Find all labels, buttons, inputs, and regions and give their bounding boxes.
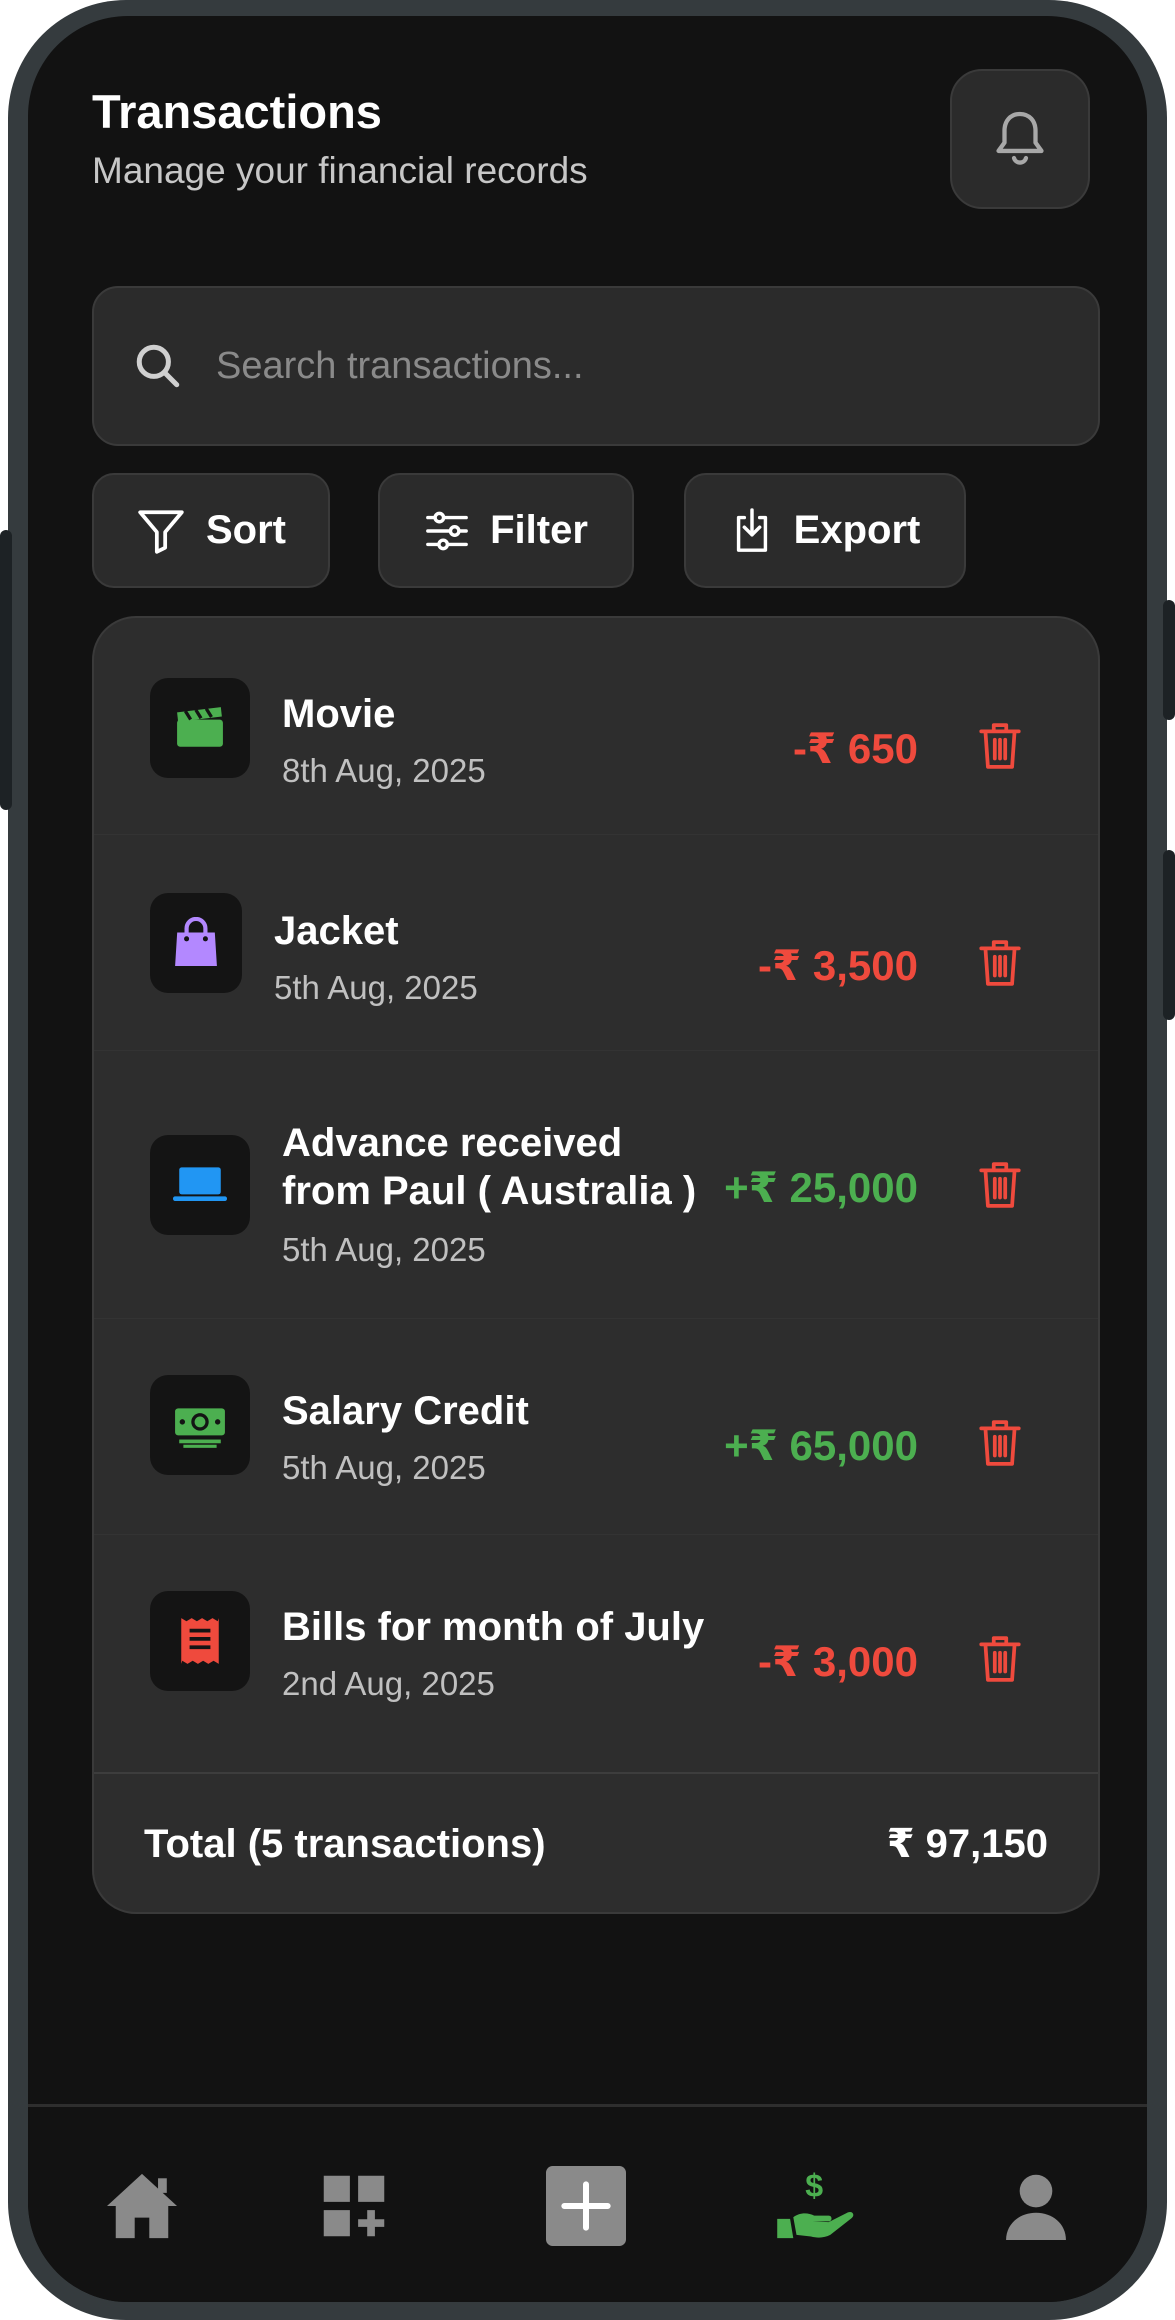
hand-dollar-icon: $ bbox=[777, 2167, 854, 2239]
export-label: Export bbox=[793, 508, 921, 552]
power-button bbox=[1163, 600, 1175, 720]
transaction-name: Salary Credit bbox=[282, 1389, 529, 1433]
nav-home[interactable] bbox=[82, 2107, 202, 2302]
shopping-bag-icon bbox=[150, 893, 242, 993]
svg-text:$: $ bbox=[805, 2167, 823, 2203]
bottom-nav: $ bbox=[28, 2104, 1147, 2302]
transaction-amount: +₹ 25,000 bbox=[724, 1164, 918, 1211]
sort-button[interactable]: Sort bbox=[92, 473, 330, 588]
home-icon bbox=[107, 2173, 177, 2239]
search-icon bbox=[130, 338, 186, 394]
total-label: Total (5 transactions) bbox=[144, 1821, 546, 1866]
transaction-row[interactable]: Bills for month of July 2nd Aug, 2025 -₹… bbox=[94, 1534, 1098, 1772]
nav-transactions[interactable]: $ bbox=[759, 2107, 879, 2302]
sliders-icon bbox=[426, 511, 468, 550]
trash-icon bbox=[979, 1420, 1021, 1466]
clapperboard-icon bbox=[150, 678, 250, 778]
side-button bbox=[1163, 850, 1175, 1020]
transaction-row[interactable]: Salary Credit 5th Aug, 2025 +₹ 65,000 bbox=[94, 1318, 1098, 1534]
user-icon bbox=[1006, 2174, 1066, 2240]
grid-add-icon bbox=[323, 2175, 385, 2237]
filter-label: Filter bbox=[490, 508, 588, 552]
search-bar[interactable] bbox=[92, 286, 1100, 446]
delete-button[interactable] bbox=[970, 933, 1030, 993]
transaction-date: 5th Aug, 2025 bbox=[282, 1449, 486, 1486]
delete-button[interactable] bbox=[970, 716, 1030, 776]
funnel-icon bbox=[138, 509, 184, 554]
delete-button[interactable] bbox=[970, 1155, 1030, 1215]
transaction-amount: -₹ 3,500 bbox=[758, 942, 918, 989]
volume-button bbox=[0, 530, 12, 810]
delete-button[interactable] bbox=[970, 1629, 1030, 1689]
transaction-date: 8th Aug, 2025 bbox=[282, 752, 486, 789]
trash-icon bbox=[979, 1162, 1021, 1208]
transaction-date: 5th Aug, 2025 bbox=[282, 1231, 486, 1268]
total-value: ₹ 97,150 bbox=[886, 1822, 1048, 1866]
transaction-name: Advance received from Paul ( Australia ) bbox=[282, 1121, 697, 1213]
phone-frame: Transactions Manage your financial recor… bbox=[0, 0, 1175, 2320]
app-screen: Transactions Manage your financial recor… bbox=[28, 16, 1147, 2302]
nav-add[interactable] bbox=[526, 2107, 646, 2302]
transaction-name: Bills for month of July bbox=[282, 1605, 705, 1649]
page-title: Transactions bbox=[92, 85, 382, 138]
transaction-name: Movie bbox=[282, 692, 396, 736]
trash-icon bbox=[979, 940, 1021, 986]
trash-icon bbox=[979, 723, 1021, 769]
money-icon bbox=[150, 1375, 250, 1475]
transaction-amount: -₹ 3,000 bbox=[758, 1638, 918, 1685]
page-subtitle: Manage your financial records bbox=[92, 150, 588, 191]
receipt-icon bbox=[150, 1591, 250, 1691]
trash-icon bbox=[979, 1636, 1021, 1682]
delete-button[interactable] bbox=[970, 1413, 1030, 1473]
download-icon bbox=[736, 507, 767, 552]
transactions-list: Movie 8th Aug, 2025 -₹ 650 Jacket 5th Au… bbox=[92, 616, 1100, 1914]
export-button[interactable]: Export bbox=[684, 473, 966, 588]
nav-profile[interactable] bbox=[976, 2107, 1096, 2302]
notifications-button[interactable] bbox=[950, 69, 1090, 209]
transaction-row[interactable]: Advance received from Paul ( Australia )… bbox=[94, 1050, 1098, 1318]
sort-label: Sort bbox=[206, 508, 286, 552]
transaction-amount: -₹ 650 bbox=[793, 725, 918, 772]
transaction-amount: +₹ 65,000 bbox=[724, 1422, 918, 1469]
transaction-row[interactable]: Jacket 5th Aug, 2025 -₹ 3,500 bbox=[94, 834, 1098, 1050]
search-input[interactable] bbox=[216, 288, 1098, 444]
laptop-icon bbox=[150, 1135, 250, 1235]
transaction-row[interactable]: Movie 8th Aug, 2025 -₹ 650 bbox=[94, 618, 1098, 834]
transaction-date: 2nd Aug, 2025 bbox=[282, 1665, 495, 1702]
filter-button[interactable]: Filter bbox=[378, 473, 634, 588]
total-row: Total (5 transactions) ₹ 97,150 bbox=[94, 1772, 1098, 1912]
nav-dashboard[interactable] bbox=[294, 2107, 414, 2302]
bell-icon bbox=[996, 111, 1044, 165]
transaction-date: 5th Aug, 2025 bbox=[274, 969, 478, 1006]
plus-icon bbox=[546, 2166, 626, 2246]
transaction-name: Jacket bbox=[274, 909, 399, 953]
